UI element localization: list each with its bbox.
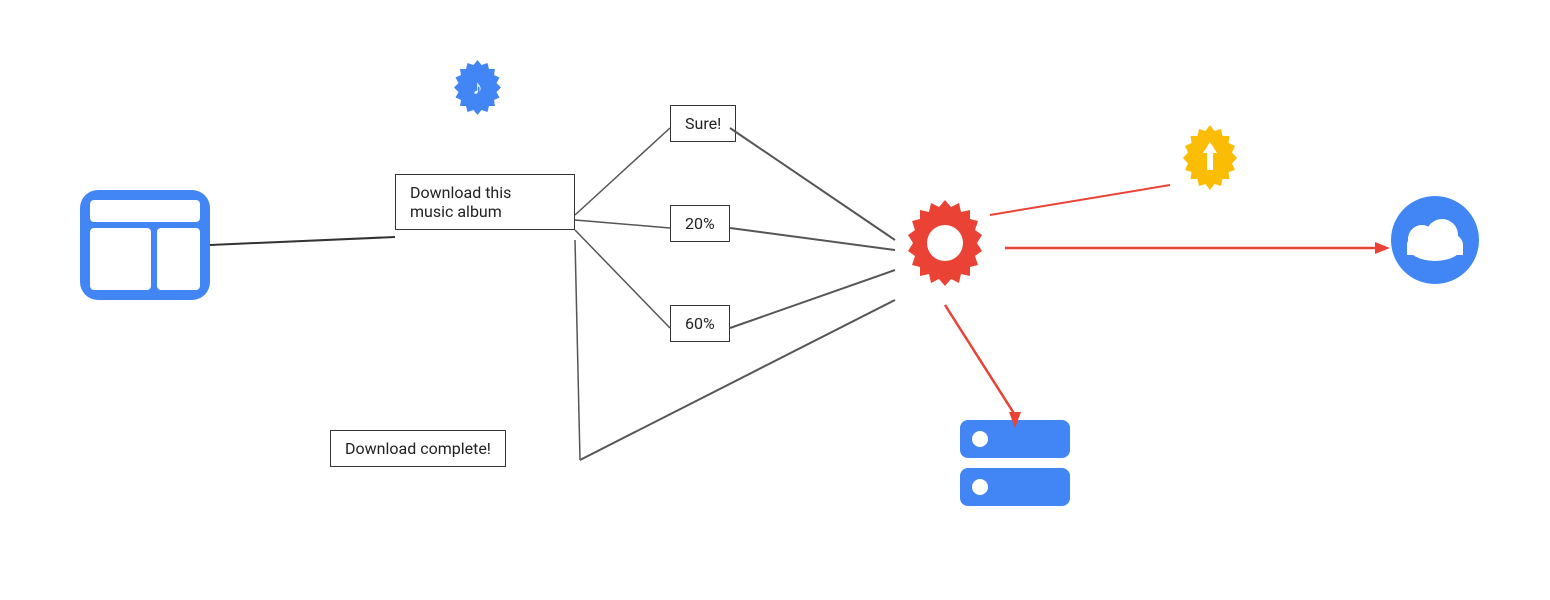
twenty-percent-label: 20% — [685, 214, 715, 233]
browser-bottom-row — [90, 228, 200, 290]
browser-right-panel — [157, 228, 201, 290]
download-complete-label: Download complete! — [345, 439, 491, 458]
svg-text:♪: ♪ — [473, 77, 483, 99]
diagram-container: ♪ Download thismusic album Sure! 20% 60%… — [0, 0, 1550, 600]
sixty-percent-label: 60% — [685, 314, 715, 333]
download-album-text-box: Download thismusic album — [395, 174, 575, 230]
storage-dot-1 — [972, 431, 988, 447]
sure-label: Sure! — [685, 114, 721, 133]
storage-row-2 — [960, 468, 1070, 506]
browser-left-panel — [90, 228, 151, 290]
download-album-label: Download thismusic album — [410, 183, 511, 221]
sixty-percent-text-box: 60% — [670, 305, 730, 342]
cloud-storage-icon — [1380, 195, 1490, 280]
processing-gear-icon — [885, 185, 1005, 305]
download-badge-icon — [1170, 120, 1250, 200]
storage-dot-2 — [972, 479, 988, 495]
browser-app-icon — [80, 190, 210, 300]
download-complete-text-box: Download complete! — [330, 430, 506, 467]
music-badge-icon: ♪ — [440, 55, 515, 130]
twenty-percent-text-box: 20% — [670, 205, 730, 242]
arrows-overlay — [0, 0, 1550, 600]
browser-top-bar — [90, 200, 200, 222]
sure-text-box: Sure! — [670, 105, 736, 142]
storage-row-1 — [960, 420, 1070, 458]
